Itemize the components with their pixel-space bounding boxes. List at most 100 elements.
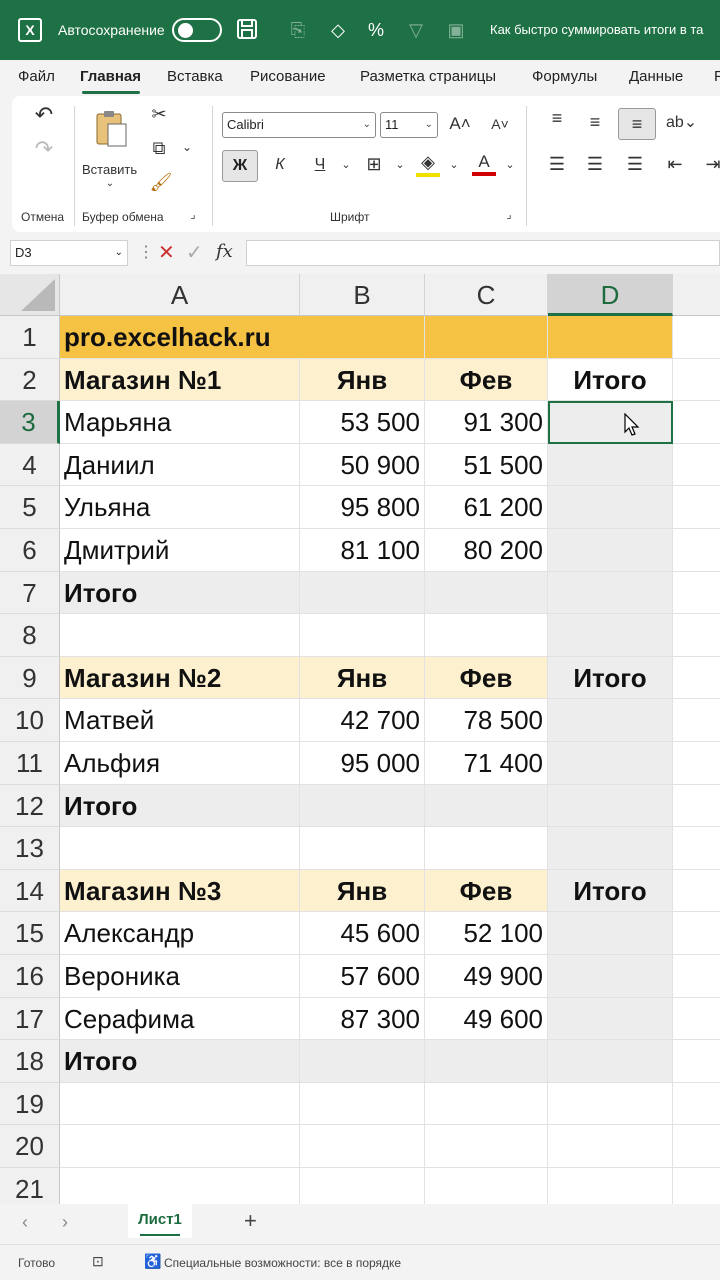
align-left-icon[interactable]: ☰ bbox=[546, 154, 568, 175]
cell-a9[interactable]: Магазин №2 bbox=[60, 656, 300, 700]
fill-chevron-icon[interactable]: ⌄ bbox=[448, 158, 460, 171]
cell-e16[interactable] bbox=[673, 955, 720, 998]
cell-c6[interactable]: 80 200 bbox=[425, 529, 548, 572]
cell-d15[interactable] bbox=[548, 912, 673, 955]
cell-b1[interactable] bbox=[300, 316, 425, 359]
row-header-4[interactable]: 4 bbox=[0, 443, 60, 487]
cell-a18[interactable]: Итого bbox=[60, 1040, 300, 1083]
cell-b2[interactable]: Янв bbox=[300, 358, 425, 402]
cell-a19[interactable] bbox=[60, 1082, 300, 1126]
accessibility-icon[interactable]: ♿ bbox=[144, 1253, 161, 1270]
cell-b4[interactable]: 50 900 bbox=[300, 443, 425, 487]
underline-button[interactable]: Ч bbox=[310, 156, 330, 174]
cell-b12[interactable] bbox=[300, 784, 425, 828]
tab-file[interactable]: Файл bbox=[18, 68, 55, 85]
macro-record-icon[interactable]: ⊡ bbox=[92, 1253, 104, 1270]
cell-e10[interactable] bbox=[673, 699, 720, 742]
cell-e2[interactable] bbox=[673, 359, 720, 402]
cell-a17[interactable]: Серафима bbox=[60, 997, 300, 1041]
cell-d10[interactable] bbox=[548, 699, 673, 742]
cell-e21[interactable] bbox=[673, 1168, 720, 1204]
cell-b3[interactable]: 53 500 bbox=[300, 401, 425, 444]
prev-sheet-icon[interactable]: ‹ bbox=[22, 1212, 28, 1233]
cell-e7[interactable] bbox=[673, 572, 720, 615]
cell-d12[interactable] bbox=[548, 784, 673, 828]
cell-e20[interactable] bbox=[673, 1125, 720, 1168]
row-header-1[interactable]: 1 bbox=[0, 316, 60, 359]
cell-b15[interactable]: 45 600 bbox=[300, 912, 425, 955]
row-header-19[interactable]: 19 bbox=[0, 1082, 60, 1126]
cell-e17[interactable] bbox=[673, 998, 720, 1041]
filter-icon[interactable]: ▽ bbox=[404, 18, 428, 42]
cell-e6[interactable] bbox=[673, 529, 720, 572]
cell-a4[interactable]: Даниил bbox=[60, 443, 300, 487]
row-header-8[interactable]: 8 bbox=[0, 614, 60, 657]
cell-b14[interactable]: Янв bbox=[300, 869, 425, 913]
font-color-chevron-icon[interactable]: ⌄ bbox=[504, 158, 516, 171]
cell-e9[interactable] bbox=[673, 657, 720, 700]
cell-d5[interactable] bbox=[548, 486, 673, 529]
column-header-e[interactable] bbox=[673, 274, 720, 316]
row-header-15[interactable]: 15 bbox=[0, 912, 60, 955]
cell-a12[interactable]: Итого bbox=[60, 784, 300, 828]
cell-c8[interactable] bbox=[425, 614, 548, 657]
name-box[interactable]: D3 ⌄ bbox=[10, 240, 128, 266]
cell-a20[interactable] bbox=[60, 1125, 300, 1168]
cell-e8[interactable] bbox=[673, 614, 720, 657]
save-icon[interactable] bbox=[235, 18, 259, 42]
font-size-select[interactable]: 11 ⌄ bbox=[380, 112, 438, 138]
tab-data[interactable]: Данные bbox=[629, 68, 683, 85]
tab-review[interactable]: Р bbox=[714, 68, 720, 85]
increase-font-icon[interactable]: A˄ bbox=[448, 114, 472, 134]
underline-chevron-icon[interactable]: ⌄ bbox=[340, 158, 352, 171]
column-header-a[interactable]: A bbox=[60, 274, 300, 316]
select-all-button[interactable] bbox=[0, 274, 60, 316]
cell-d14[interactable]: Итого bbox=[548, 869, 673, 913]
cell-c1[interactable] bbox=[425, 316, 548, 359]
cell-c20[interactable] bbox=[425, 1125, 548, 1168]
cell-c10[interactable]: 78 500 bbox=[425, 699, 548, 742]
cell-c7[interactable] bbox=[425, 571, 548, 615]
borders-chevron-icon[interactable]: ⌄ bbox=[394, 158, 406, 171]
cell-a2[interactable]: Магазин №1 bbox=[60, 358, 300, 402]
cell-e11[interactable] bbox=[673, 742, 720, 785]
row-header-9[interactable]: 9 bbox=[0, 656, 60, 700]
cell-d20[interactable] bbox=[548, 1125, 673, 1168]
cell-c14[interactable]: Фев bbox=[425, 869, 548, 913]
font-launcher-icon[interactable]: ⌟ bbox=[502, 208, 516, 221]
row-header-10[interactable]: 10 bbox=[0, 699, 60, 742]
cell-c5[interactable]: 61 200 bbox=[425, 486, 548, 529]
cell-d21[interactable] bbox=[548, 1168, 673, 1204]
row-header-5[interactable]: 5 bbox=[0, 486, 60, 529]
cell-b16[interactable]: 57 600 bbox=[300, 955, 425, 998]
fill-color-icon[interactable]: ◈ bbox=[416, 152, 440, 177]
cut-icon[interactable]: ✂ bbox=[146, 104, 172, 125]
cell-d17[interactable] bbox=[548, 997, 673, 1041]
italic-button[interactable]: К bbox=[270, 156, 290, 174]
cell-e13[interactable] bbox=[673, 827, 720, 870]
copy-icon[interactable]: ⧉ bbox=[146, 138, 172, 159]
decrease-font-icon[interactable]: A˅ bbox=[488, 116, 512, 132]
row-header-17[interactable]: 17 bbox=[0, 997, 60, 1041]
row-header-16[interactable]: 16 bbox=[0, 955, 60, 998]
bold-button[interactable]: Ж bbox=[222, 150, 258, 182]
increase-indent-icon[interactable]: ⇥ bbox=[702, 154, 720, 175]
tab-insert[interactable]: Вставка bbox=[167, 68, 223, 85]
cell-d6[interactable] bbox=[548, 529, 673, 572]
cell-a13[interactable] bbox=[60, 827, 300, 870]
cell-c16[interactable]: 49 900 bbox=[425, 955, 548, 998]
cell-e12[interactable] bbox=[673, 785, 720, 828]
align-top-icon[interactable]: ≡ bbox=[546, 108, 568, 129]
cell-d9[interactable]: Итого bbox=[548, 656, 673, 700]
align-right-icon[interactable]: ☰ bbox=[624, 154, 646, 175]
cell-e4[interactable] bbox=[673, 444, 720, 487]
cell-b17[interactable]: 87 300 bbox=[300, 997, 425, 1041]
borders-icon[interactable]: ⊞ bbox=[362, 154, 386, 175]
autosave-toggle[interactable] bbox=[172, 18, 222, 42]
cell-b20[interactable] bbox=[300, 1125, 425, 1168]
decrease-indent-icon[interactable]: ⇤ bbox=[664, 154, 686, 175]
cell-d19[interactable] bbox=[548, 1082, 673, 1126]
format-painter-icon[interactable]: 🖌 bbox=[148, 172, 174, 193]
cell-b11[interactable]: 95 000 bbox=[300, 742, 425, 785]
cell-e1[interactable] bbox=[673, 316, 720, 359]
